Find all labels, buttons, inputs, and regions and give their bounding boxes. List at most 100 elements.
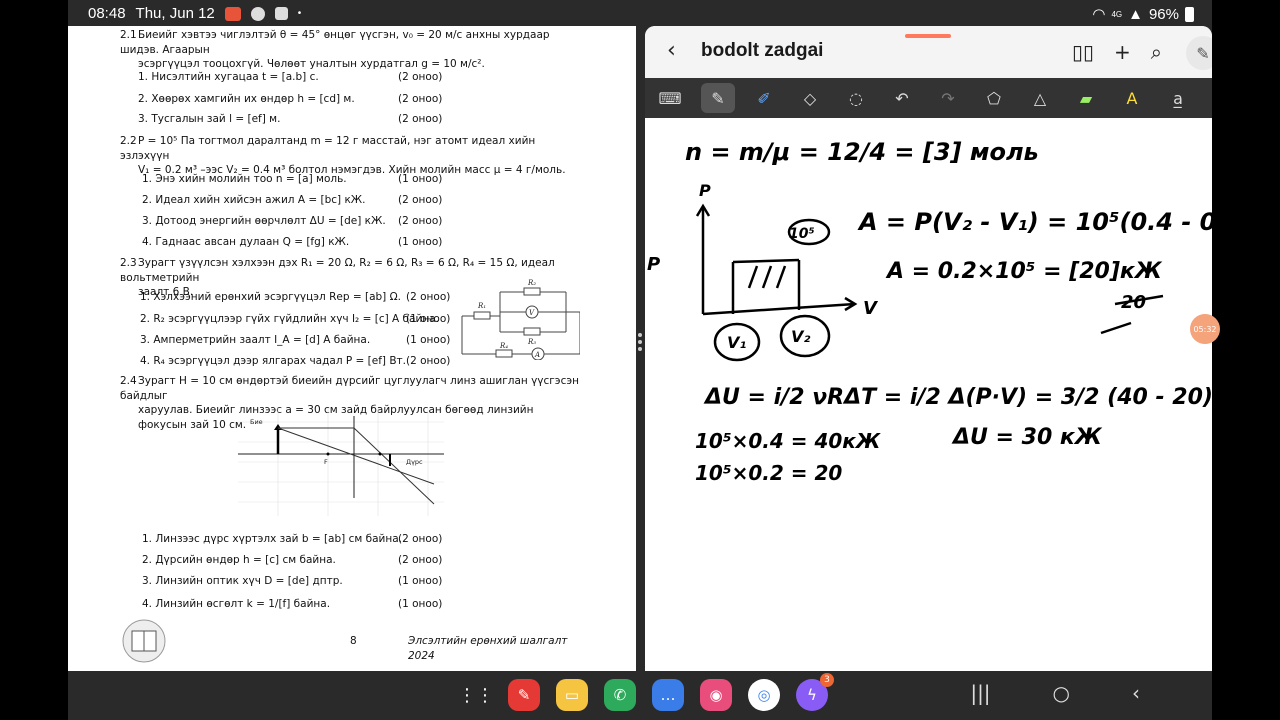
dot-icon: •	[297, 8, 302, 19]
question-number: 2.2	[120, 135, 137, 147]
question-number: 2.4	[120, 375, 137, 387]
check-icon	[274, 7, 288, 20]
question-2-1: 2.1Биеийг хэвтээ чиглэлтэй θ = 45° өнцөг…	[120, 28, 582, 72]
label-r4: R₄	[499, 342, 508, 350]
quick-note-app-icon[interactable]: ✎	[508, 679, 540, 711]
score-label: (2 оноо)	[398, 194, 443, 206]
ink-line-4: ΔU = i/2 νRΔT = i/2 Δ(P·V) = 3/2 (40 - 2…	[703, 385, 1212, 410]
question-text: Биеийг хэвтээ чиглэлтэй θ = 45° өнцөг үү…	[120, 29, 550, 56]
label-r1: R₁	[477, 302, 486, 310]
lasso-select-icon[interactable]: ◌	[839, 83, 873, 113]
ink-v2: V₂	[791, 327, 810, 346]
note-title[interactable]: bodolt zadgai	[701, 40, 823, 62]
list-item: 2. Дүрсийн өндөр h = [c] см байна.	[142, 554, 336, 566]
battery-level: 96%	[1148, 5, 1179, 23]
ink-line-6: 10⁵×0.2 = 20	[695, 461, 842, 485]
signal-icon: ▲	[1128, 5, 1143, 23]
list-item: 3. Дотоод энергийн өөрчлөлт ΔU = [de] кЖ…	[142, 215, 386, 227]
add-icon[interactable]: +	[1114, 40, 1131, 64]
camera-app-icon[interactable]: ◉	[700, 679, 732, 711]
messages-app-icon[interactable]: …	[652, 679, 684, 711]
window-drag-handle[interactable]	[905, 34, 951, 38]
folder-app-icon[interactable]: ▭	[556, 679, 588, 711]
label-r3: R₃	[527, 338, 536, 346]
redo-icon[interactable]: ↷	[931, 83, 965, 113]
marker-icon[interactable]: ▰	[1069, 83, 1103, 113]
home-icon[interactable]: ○	[1053, 681, 1070, 705]
question-text: Зурагт H = 10 см өндөртэй биеийн дүрсийг…	[120, 375, 579, 402]
list-item: 3. Тусгалын зай l = [ef] м.	[138, 113, 281, 125]
recent-apps-icon[interactable]: |||	[970, 681, 990, 705]
floating-timer-bubble[interactable]: 05:32	[1190, 314, 1220, 344]
taskbar: ⋮⋮ ✎ ▭ ✆ … ◉ ◎ ϟ3 ||| ○ ‹	[68, 671, 1212, 720]
shape-tool-icon[interactable]: ⬠	[977, 83, 1011, 113]
list-item: 1. Хэлхээний ерөнхий эсэргүүцэл Rер = [a…	[140, 291, 401, 303]
text-style-icon[interactable]: A	[1115, 83, 1149, 113]
score-label: (2 оноо)	[398, 554, 443, 566]
list-item: 2. R₂ эсэргүүцлээр гүйх гүйдлийн хүч I₂ …	[140, 313, 439, 325]
list-item: 1. Нисэлтийн хугацаа t = [a.b] с.	[138, 71, 319, 83]
highlighter-icon[interactable]: ✐	[747, 83, 781, 113]
video-call-icon	[224, 6, 241, 21]
question-text: P = 10⁵ Па тогтмол даралтанд m = 12 г ма…	[120, 135, 536, 162]
ink-v1: V₁	[727, 333, 746, 352]
score-label: (2 оноо)	[398, 113, 443, 125]
search-icon[interactable]: ⌕	[1151, 40, 1162, 64]
network-label: 4G	[1111, 9, 1123, 19]
list-item: 1. Линзээс дүрс хүртэлх зай b = [ab] см …	[142, 533, 402, 545]
handwriting-canvas[interactable]: n = m/μ = 12/4 = [3] моль A = P(V₂ - V₁)…	[645, 118, 1212, 671]
phone-app-icon[interactable]: ✆	[604, 679, 636, 711]
ink-line-7: ΔU = 30 кЖ	[951, 425, 1103, 450]
eraser-icon[interactable]: ◇	[793, 83, 827, 113]
label-r2: R₂	[527, 279, 536, 287]
score-label: (1 оноо)	[398, 575, 443, 587]
score-label: (2 оноо)	[398, 93, 443, 105]
battery-icon	[1185, 6, 1194, 22]
label-voltmeter: V	[529, 309, 535, 317]
back-nav-icon[interactable]: ‹	[1132, 681, 1140, 705]
exam-logo	[120, 618, 168, 664]
document-viewer[interactable]: 2.1Биеийг хэвтээ чиглэлтэй θ = 45° өнцөг…	[68, 26, 636, 671]
keyboard-icon[interactable]: ⌨	[653, 83, 687, 113]
ink-line-3: A = 0.2×10⁵ = [20]кЖ	[885, 259, 1163, 284]
status-bar: 08:48 Thu, Jun 12 • ◠ 4G ▲ 96%	[68, 0, 1212, 28]
lens-diagram: Бие Дүрс F	[238, 408, 444, 516]
score-label: (1 оноо)	[398, 236, 443, 248]
book-view-icon[interactable]: ▯▯	[1072, 40, 1094, 64]
list-item: 4. Гаднаас авсан дулаан Q = [fg] кЖ.	[142, 236, 350, 248]
score-label: (1 оноо)	[406, 313, 451, 325]
score-label: (1 оноо)	[398, 173, 443, 185]
label-ammeter: A	[534, 351, 540, 359]
split-view-handle[interactable]	[637, 330, 642, 360]
list-item: 3. Линзийн оптик хүч D = [de] дптр.	[142, 575, 343, 587]
notes-header: ‹ bodolt zadgai ▯▯ + ⌕ ⋮ ✎	[645, 26, 1212, 78]
drawing-toolbar: ⌨ ✎ ✐ ◇ ◌ ↶ ↷ ⬠ △ ▰ A a̲	[645, 78, 1212, 118]
date: Thu, Jun 12	[135, 5, 215, 22]
ink-label-p: P	[647, 254, 660, 275]
messenger-icon	[250, 6, 265, 21]
score-label: (2 оноо)	[406, 355, 451, 367]
undo-icon[interactable]: ↶	[885, 83, 919, 113]
score-label: (1 оноо)	[398, 598, 443, 610]
ink-line-1: n = m/μ = 12/4 = [3] моль	[685, 138, 1039, 166]
list-item: 4. Линзийн өсгөлт k = 1/[f] байна.	[142, 598, 331, 610]
score-label: (2 оноо)	[398, 215, 443, 227]
label-focus: F	[324, 458, 328, 466]
text-tool-icon[interactable]: a̲	[1161, 83, 1195, 113]
wifi-icon: ◠	[1092, 6, 1106, 23]
shape-pen-icon[interactable]: △	[1023, 83, 1057, 113]
back-arrow-icon[interactable]: ‹	[667, 38, 676, 63]
score-label: (2 оноо)	[406, 291, 451, 303]
app-drawer-icon[interactable]: ⋮⋮	[458, 679, 494, 711]
ink-line-5: 10⁵×0.4 = 40кЖ	[695, 429, 881, 453]
list-item: 3. Амперметрийн заалт I_A = [d] А байна.	[140, 334, 371, 346]
list-item: 2. Идеал хийн хийсэн ажил A = [bc] кЖ.	[142, 194, 366, 206]
pen-mode-icon[interactable]: ✎	[1186, 36, 1212, 70]
pen-tool-icon[interactable]: ✎	[701, 83, 735, 113]
ink-line-2: A = P(V₂ - V₁) = 10⁵(0.4 - 0.2)	[857, 208, 1212, 236]
question-number: 2.1	[120, 29, 137, 41]
chrome-app-icon[interactable]: ◎	[748, 679, 780, 711]
messenger-app-icon[interactable]: ϟ3	[796, 673, 834, 711]
clock: 08:48	[88, 5, 126, 22]
label-object: Бие	[250, 418, 263, 426]
